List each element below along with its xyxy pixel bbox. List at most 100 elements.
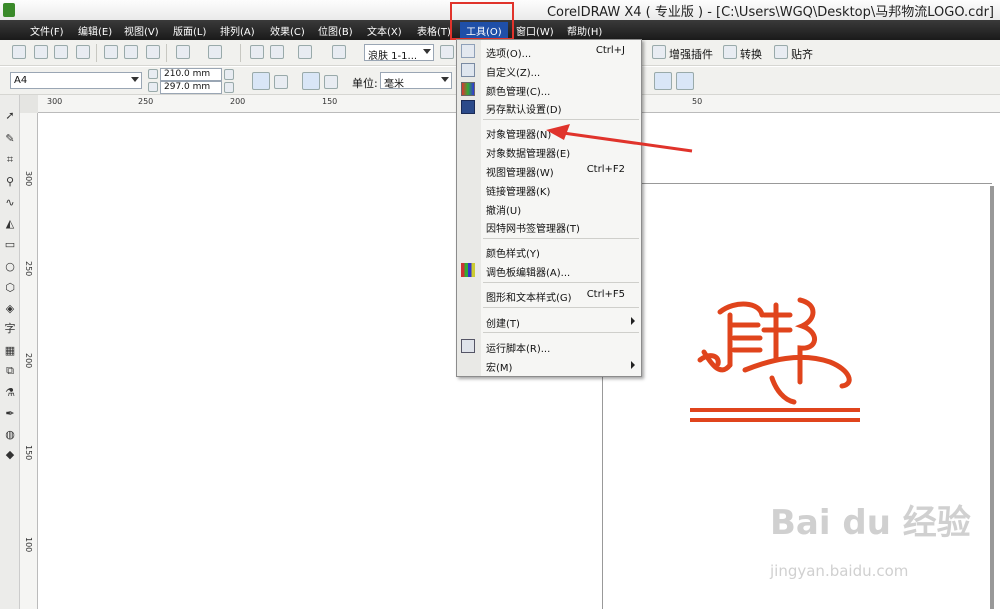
ruler-tick-label: 50 xyxy=(692,97,703,106)
ruler-tick-label: 100 xyxy=(24,537,33,553)
menu-item-color-management[interactable]: 颜色管理(C)... xyxy=(457,80,641,98)
convert-icon[interactable] xyxy=(723,45,737,59)
treat-as-filled-icon[interactable] xyxy=(654,72,672,90)
menu-edit[interactable]: 编辑(E) xyxy=(78,23,112,38)
undo-icon[interactable] xyxy=(176,45,190,59)
window-title: CorelDRAW X4 ( 专业版 ) - [C:\Users\WGQ\Des… xyxy=(546,5,994,20)
interactive-fill-icon[interactable]: ◆ xyxy=(3,448,17,462)
menu-item-run-script[interactable]: 运行脚本(R)... xyxy=(457,337,641,355)
toolbox: ➚ ✎ ⌗ ⚲ ∿ ◭ ▭ ○ ⬡ ◈ 字 ▦ ⧉ ⚗ ✒ ◍ ◆ xyxy=(0,95,20,609)
snap-button[interactable]: 贴齐 xyxy=(791,46,813,62)
menu-item-create[interactable]: 创建(T) xyxy=(457,312,641,330)
save-defaults-icon xyxy=(461,100,475,114)
menu-item-bookmark-manager[interactable]: 因特网书签管理器(T) xyxy=(457,217,641,235)
width-spinner[interactable] xyxy=(224,69,234,80)
import-icon[interactable] xyxy=(250,45,264,59)
vertical-ruler[interactable]: 300 250 200 150 100 xyxy=(20,113,38,609)
tools-menu-dropdown: 选项(O)... Ctrl+J 自定义(Z)... 颜色管理(C)... 另存默认… xyxy=(456,39,642,377)
baidu-watermark: Bai du 经验 xyxy=(770,503,971,543)
ruler-tick-label: 200 xyxy=(24,353,33,369)
save-icon[interactable] xyxy=(54,45,68,59)
ruler-tick-label: 300 xyxy=(24,171,33,187)
smart-fill-icon[interactable]: ◭ xyxy=(3,217,17,231)
menu-effects[interactable]: 效果(C) xyxy=(270,23,305,38)
snap-to-objects-icon[interactable] xyxy=(676,72,694,90)
rectangle-tool-icon[interactable]: ▭ xyxy=(3,238,17,252)
redo-icon[interactable] xyxy=(208,45,222,59)
menu-item-link-manager[interactable]: 链接管理器(K) xyxy=(457,180,641,198)
page-width-field[interactable]: 210.0 mm xyxy=(160,68,222,81)
menu-window[interactable]: 窗口(W) xyxy=(516,23,554,38)
basic-shapes-icon[interactable]: ◈ xyxy=(3,302,17,316)
landscape-icon[interactable] xyxy=(274,75,288,89)
text-tool-icon[interactable]: 字 xyxy=(3,322,17,336)
menu-item-undo[interactable]: 撤消(U) xyxy=(457,199,641,217)
height-spinner[interactable] xyxy=(224,82,234,93)
welcome-screen-icon[interactable] xyxy=(332,45,346,59)
menu-item-save-defaults[interactable]: 另存默认设置(D) xyxy=(457,98,641,116)
menu-item-palette-editor[interactable]: 调色板编辑器(A)... xyxy=(457,261,641,279)
cut-icon[interactable] xyxy=(104,45,118,59)
menu-item-options[interactable]: 选项(O)... Ctrl+J xyxy=(457,42,641,60)
menu-item-customize[interactable]: 自定义(Z)... xyxy=(457,61,641,79)
snap-icon[interactable] xyxy=(774,45,788,59)
ruler-tick-label: 300 xyxy=(47,97,63,106)
run-script-icon xyxy=(461,339,475,353)
menu-layout[interactable]: 版面(L) xyxy=(173,23,206,38)
enhance-plugin-icon[interactable] xyxy=(652,45,666,59)
ruler-tick-label: 200 xyxy=(230,97,246,106)
ruler-tick-label: 150 xyxy=(322,97,338,106)
application-launcher-icon[interactable] xyxy=(298,45,312,59)
polygon-tool-icon[interactable]: ⬡ xyxy=(3,281,17,295)
ruler-origin[interactable] xyxy=(20,95,38,113)
ellipse-tool-icon[interactable]: ○ xyxy=(3,260,17,274)
menu-view[interactable]: 视图(V) xyxy=(124,23,159,38)
open-icon[interactable] xyxy=(34,45,48,59)
annotation-arrow-icon xyxy=(546,124,693,153)
zoom-tool-icon[interactable]: ⚲ xyxy=(3,175,17,189)
pick-tool-icon[interactable]: ➚ xyxy=(3,109,17,123)
menu-item-color-styles[interactable]: 颜色样式(Y) xyxy=(457,242,641,260)
zoom-icon[interactable] xyxy=(440,45,454,59)
coreldraw-app-icon xyxy=(3,3,15,17)
menu-item-macros[interactable]: 宏(M) xyxy=(457,356,641,374)
new-document-icon[interactable] xyxy=(12,45,26,59)
portrait-icon[interactable] xyxy=(252,72,270,90)
convert-button[interactable]: 转换 xyxy=(740,46,762,62)
menu-file[interactable]: 文件(F) xyxy=(30,23,64,38)
enhance-plugin-button[interactable]: 增强插件 xyxy=(669,46,713,62)
export-icon[interactable] xyxy=(270,45,284,59)
unit-select[interactable]: 毫米 xyxy=(380,72,452,90)
mabang-logistics-logo[interactable] xyxy=(690,290,870,430)
menu-text[interactable]: 文本(X) xyxy=(367,23,402,38)
eyedropper-icon[interactable]: ⚗ xyxy=(3,386,17,400)
print-icon[interactable] xyxy=(76,45,90,59)
menu-arrange[interactable]: 排列(A) xyxy=(220,23,255,38)
freehand-tool-icon[interactable]: ∿ xyxy=(3,196,17,210)
ruler-tick-label: 150 xyxy=(24,445,33,461)
crop-tool-icon[interactable]: ⌗ xyxy=(3,153,17,167)
zoom-level-combo[interactable]: 浪肤 1-1... xyxy=(364,44,434,62)
menu-help[interactable]: 帮助(H) xyxy=(567,23,602,38)
page-size-select[interactable]: A4 xyxy=(10,72,142,89)
palette-editor-icon xyxy=(461,263,475,277)
options-icon xyxy=(461,44,475,58)
submenu-arrow-icon xyxy=(631,361,635,369)
menu-table[interactable]: 表格(T) xyxy=(417,23,451,38)
baidu-watermark-url: jingyan.baidu.com xyxy=(770,562,909,580)
page-height-field[interactable]: 297.0 mm xyxy=(160,81,222,94)
fill-tool-icon[interactable]: ◍ xyxy=(3,428,17,442)
outline-tool-icon[interactable]: ✒ xyxy=(3,407,17,421)
table-tool-icon[interactable]: ▦ xyxy=(3,344,17,358)
copy-icon[interactable] xyxy=(124,45,138,59)
customize-icon xyxy=(461,63,475,77)
submenu-arrow-icon xyxy=(631,317,635,325)
interactive-blend-icon[interactable]: ⧉ xyxy=(3,364,17,378)
shape-tool-icon[interactable]: ✎ xyxy=(3,132,17,146)
menu-bitmaps[interactable]: 位图(B) xyxy=(318,23,353,38)
menu-item-view-manager[interactable]: 视图管理器(W) Ctrl+F2 xyxy=(457,161,641,179)
paste-icon[interactable] xyxy=(146,45,160,59)
all-pages-icon[interactable] xyxy=(302,72,320,90)
current-page-icon[interactable] xyxy=(324,75,338,89)
menu-item-graphic-text-styles[interactable]: 图形和文本样式(G) Ctrl+F5 xyxy=(457,286,641,304)
